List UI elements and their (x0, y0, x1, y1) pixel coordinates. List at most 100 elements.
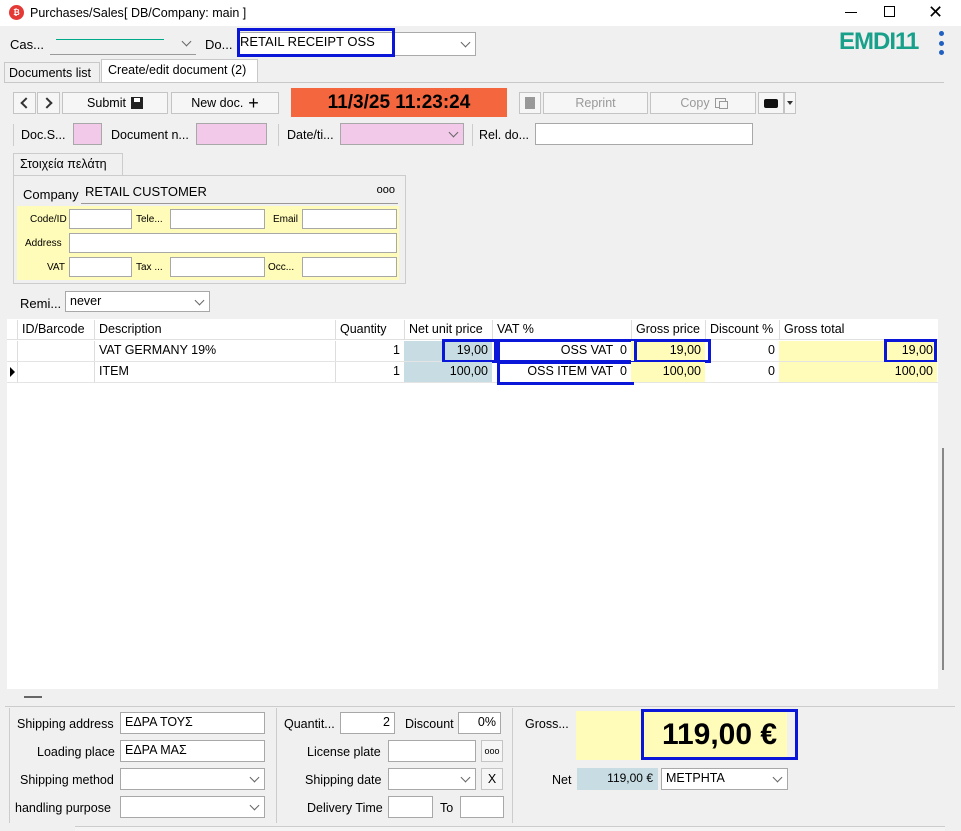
loading-place-label: Loading place (37, 745, 115, 759)
delivery-time-from[interactable] (388, 796, 433, 818)
current-row-icon (10, 367, 15, 377)
cell-id[interactable] (17, 362, 94, 382)
tab-documents-list[interactable]: Documents list (4, 62, 100, 83)
cell-description[interactable]: ITEM (94, 362, 335, 382)
tab-customer-info[interactable]: Στοιχεία πελάτη (13, 153, 123, 175)
delivery-time-to[interactable] (460, 796, 504, 818)
minimize-icon[interactable] (845, 12, 857, 13)
print-button[interactable] (758, 92, 784, 114)
license-plate-field[interactable] (388, 740, 476, 762)
doc-type-label: Do... (205, 37, 233, 52)
cell-discount[interactable]: 0 (705, 341, 779, 361)
grid-scrollbar[interactable] (942, 448, 944, 670)
next-button[interactable] (37, 92, 60, 114)
shipping-address-label: Shipping address (17, 717, 114, 731)
more-options-icon[interactable]: ooo (377, 184, 395, 196)
cell-quantity[interactable]: 1 (335, 341, 404, 361)
chevron-left-icon (20, 97, 32, 109)
col-header-description[interactable]: Description (94, 320, 335, 340)
col-header-gross-price[interactable]: Gross price (631, 320, 705, 340)
tele-field[interactable] (170, 209, 265, 229)
company-label: Company (23, 187, 79, 202)
reminder-select[interactable]: never (65, 291, 210, 312)
chevron-right-icon (41, 97, 53, 109)
copy-button[interactable]: Copy (650, 92, 756, 114)
discount-field[interactable]: 0% (458, 712, 501, 734)
cell-quantity[interactable]: 1 (335, 362, 404, 382)
to-label: To (440, 801, 454, 815)
doc-number-field[interactable] (196, 123, 267, 145)
gross-price-highlight (634, 339, 711, 363)
related-doc-field[interactable] (535, 123, 753, 145)
net-price-highlight (442, 339, 497, 363)
more-menu-icon[interactable] (937, 31, 945, 55)
app-icon: ₿ (9, 5, 24, 20)
code-field[interactable] (69, 209, 132, 229)
date-field[interactable] (340, 123, 464, 145)
doc-series-field[interactable] (73, 123, 102, 145)
stop-button[interactable] (519, 92, 541, 114)
cell-gross-total[interactable]: 100,00 (779, 362, 937, 382)
tab-create-edit[interactable]: Create/edit document (2) (101, 59, 258, 83)
shipping-date-select[interactable] (388, 768, 476, 790)
new-doc-button[interactable]: New doc. + (171, 92, 279, 114)
col-header-quantity[interactable]: Quantity (335, 320, 404, 340)
cell-id[interactable] (17, 341, 94, 361)
splitter-handle[interactable] (24, 696, 42, 698)
doc-series-label: Doc.S... (21, 128, 66, 142)
more-options-icon: ooo (484, 746, 500, 756)
code-label: Code/ID (30, 214, 67, 225)
reprint-button[interactable]: Reprint (543, 92, 648, 114)
cell-gross-price[interactable]: 100,00 (631, 362, 705, 382)
handling-purpose-label: handling purpose (15, 801, 111, 815)
license-lookup-button[interactable]: ooo (481, 740, 503, 762)
col-header-discount[interactable]: Discount % (705, 320, 779, 340)
payment-method-select[interactable]: ΜΕΤΡΗΤΑ (661, 768, 788, 790)
company-field[interactable]: RETAIL CUSTOMER ooo (81, 182, 398, 204)
col-header-id[interactable]: ID/Barcode (17, 320, 94, 340)
discount-label: Discount (405, 717, 454, 731)
caret-down-icon (787, 101, 793, 105)
title-bar: ₿ Purchases/Sales [ DB/Company: main ] ✕ (0, 0, 961, 26)
print-dropdown[interactable] (784, 92, 796, 114)
occupation-label: Occ... (268, 262, 295, 273)
vat-field[interactable] (69, 257, 132, 277)
prev-button[interactable] (13, 92, 36, 114)
shipping-address-field[interactable]: ΕΔΡΑ ΤΟΥΣ (120, 712, 265, 734)
loading-place-field[interactable]: ΕΔΡΑ ΜΑΣ (120, 740, 265, 762)
vat-label: VAT (47, 262, 65, 273)
submit-button[interactable]: Submit (62, 92, 168, 114)
copy-icon (714, 98, 728, 109)
maximize-icon[interactable] (884, 6, 895, 17)
datetime-display: 11/3/25 11:23:24 (291, 88, 507, 117)
handling-purpose-select[interactable] (120, 796, 265, 818)
email-label: Email (273, 214, 299, 225)
shipping-date-label: Shipping date (305, 773, 382, 787)
cell-description[interactable]: VAT GERMANY 19% (94, 341, 335, 361)
gross-total-highlight (884, 339, 937, 363)
address-label: Address (25, 238, 62, 249)
occupation-field[interactable] (302, 257, 397, 277)
printer-icon (764, 98, 778, 108)
total-quantity-field[interactable]: 2 (340, 712, 395, 734)
db-label: [ DB/Company: main ] (124, 6, 247, 20)
email-field[interactable] (302, 209, 397, 229)
gross-total-display: 119,00 € (641, 709, 798, 760)
save-icon (130, 97, 143, 109)
cash-select[interactable] (50, 33, 196, 55)
clear-date-button[interactable]: X (481, 768, 503, 790)
close-icon[interactable]: ✕ (928, 2, 943, 23)
license-plate-label: License plate (307, 745, 381, 759)
col-header-net-price[interactable]: Net unit price (404, 320, 492, 340)
col-header-vat[interactable]: VAT % (492, 320, 631, 340)
address-field[interactable] (69, 233, 397, 253)
doc-number-label: Document n... (111, 128, 189, 142)
col-header-gross-total[interactable]: Gross total (779, 320, 937, 340)
doc-type-value: RETAIL RECEIPT OSS (240, 34, 375, 49)
window-title: Purchases/Sales (30, 6, 124, 20)
tax-office-label: Tax ... (136, 262, 163, 273)
tax-office-field[interactable] (170, 257, 265, 277)
cell-net-price[interactable]: 100,00 (404, 362, 492, 382)
cell-discount[interactable]: 0 (705, 362, 779, 382)
shipping-method-select[interactable] (120, 768, 265, 790)
